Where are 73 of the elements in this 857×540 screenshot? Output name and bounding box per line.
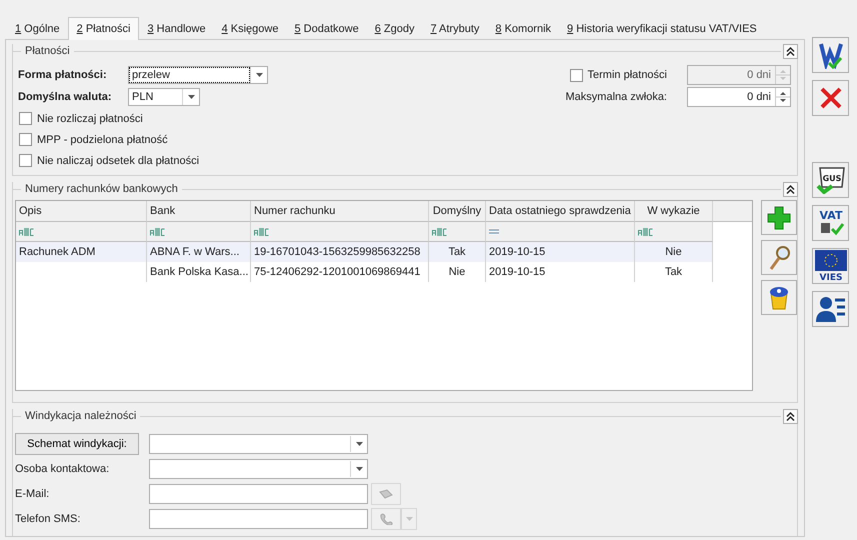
number-field[interactable]: 0 dni	[687, 87, 791, 107]
save-icon	[816, 41, 844, 69]
add-icon	[766, 204, 792, 230]
field-label: E-Mail:	[15, 488, 50, 500]
currency-dropdown[interactable]: PLN	[128, 88, 200, 106]
dropdown-arrow-icon	[188, 95, 194, 99]
column-header[interactable]: Bank	[147, 201, 251, 222]
section-title: Płatności	[24, 45, 71, 57]
collapse-button[interactable]	[783, 182, 798, 196]
field-label: Forma płatności:	[18, 69, 108, 81]
table-cell: Tak	[635, 262, 713, 282]
column-header[interactable]: Opis	[16, 201, 147, 222]
field-label: Osoba kontaktowa:	[15, 462, 110, 474]
cancel-icon	[820, 87, 842, 109]
text-filter-icon	[19, 228, 34, 236]
delete-button[interactable]	[761, 280, 797, 315]
contact-dropdown[interactable]	[149, 458, 368, 478]
text-filter-icon	[150, 228, 165, 236]
payment-form-dropdown[interactable]: przelew	[128, 66, 268, 84]
column-header[interactable]: Data ostatniego sprawdzenia	[486, 201, 635, 222]
add-button[interactable]	[761, 200, 797, 235]
checkbox-label: Termin płatności	[588, 69, 667, 81]
checkbox[interactable]	[19, 154, 32, 167]
column-header[interactable]: Domyślny	[429, 201, 486, 222]
double-chevron-up-icon	[786, 46, 795, 56]
phone-icon	[379, 512, 393, 524]
column-header[interactable]: W wykazie	[635, 201, 713, 222]
table-cell: 2019-10-15	[486, 242, 635, 262]
checkbox-label: Nie naliczaj odsetek dla płatności	[37, 154, 200, 166]
phone-field[interactable]	[149, 508, 368, 528]
person-list-icon	[814, 294, 846, 324]
save-button[interactable]	[812, 37, 849, 73]
cancel-button[interactable]	[812, 80, 849, 116]
checkbox-label: MPP - podzielona płatność	[37, 134, 168, 146]
equals-filter-icon	[489, 229, 499, 234]
send-email-button[interactable]	[371, 482, 401, 504]
field-label: Telefon SMS:	[15, 512, 82, 524]
email-field[interactable]	[149, 484, 368, 504]
field-label: Maksymalna zwłoka:	[566, 91, 667, 103]
section-title: Numery rachunków bankowych	[24, 183, 179, 195]
table-cell: 75-12406292-1201001069869441	[251, 262, 429, 282]
view-button[interactable]	[761, 240, 797, 275]
scheme-button[interactable]: Schemat windykacji:	[15, 432, 139, 454]
table-cell: Nie	[429, 262, 486, 282]
table-cell: Bank Polska Kasa...	[147, 262, 251, 282]
double-chevron-up-icon	[786, 184, 795, 194]
table-cell: Nie	[635, 242, 713, 262]
table-cell: ABNA F. w Wars...	[147, 242, 251, 262]
person-button[interactable]	[812, 291, 849, 327]
dropdown-arrow-icon	[256, 73, 262, 77]
dropdown-arrow-icon	[406, 516, 412, 520]
dropdown-arrow-icon	[356, 466, 362, 470]
table-cell: 19-16701043-1563259985632258	[251, 242, 429, 262]
table-cell: Rachunek ADM	[16, 242, 147, 262]
send-sms-button[interactable]	[371, 508, 401, 530]
collapse-button[interactable]	[783, 408, 798, 424]
text-filter-icon	[638, 228, 653, 236]
scheme-dropdown[interactable]	[149, 434, 368, 454]
text-filter-icon	[432, 228, 447, 236]
checkbox-label: Nie rozliczaj płatności	[37, 112, 143, 124]
checkbox[interactable]	[19, 112, 32, 125]
section-title: Windykacja należności	[24, 410, 138, 422]
collapse-button[interactable]	[783, 44, 798, 58]
column-header[interactable]: Numer rachunku	[251, 201, 429, 222]
text-filter-icon	[254, 228, 269, 236]
table-cell: 2019-10-15	[486, 262, 635, 282]
dropdown-arrow-icon	[356, 442, 362, 446]
tab[interactable]: 2 Płatności	[68, 17, 140, 40]
table-cell: Tak	[429, 242, 486, 262]
checkbox[interactable]	[19, 133, 32, 146]
field-label: Domyślna waluta:	[18, 91, 113, 103]
double-chevron-up-icon	[786, 412, 795, 420]
header-filler	[713, 201, 752, 222]
